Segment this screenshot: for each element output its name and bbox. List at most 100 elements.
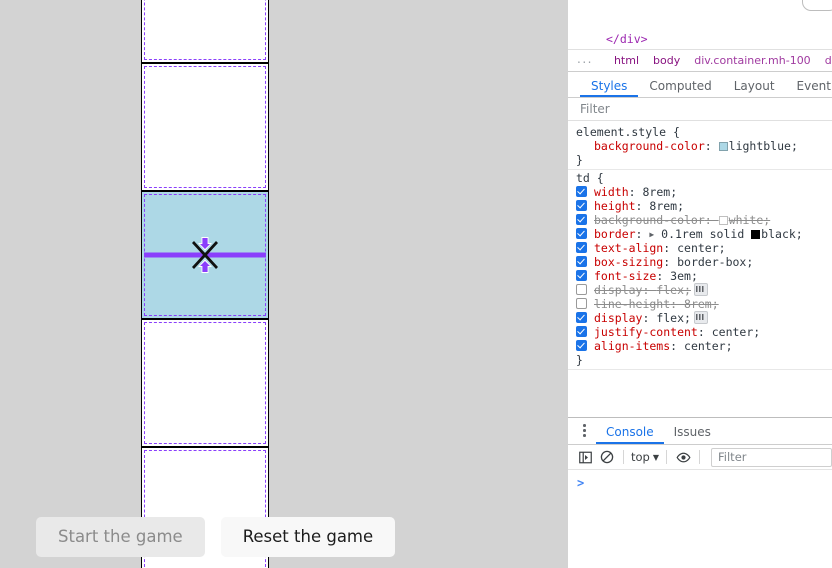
declaration-checkbox[interactable]: [576, 200, 587, 211]
declaration-property[interactable]: width: [594, 185, 629, 199]
styles-rules-pane: element.style { background-color: lightb…: [568, 121, 832, 373]
declaration-checkbox[interactable]: [576, 326, 587, 337]
declaration-value[interactable]: flex: [656, 311, 684, 325]
declaration-value[interactable]: lightblue: [729, 139, 791, 153]
flexbox-badge-icon[interactable]: [693, 311, 708, 324]
breadcrumb-item-html[interactable]: html: [607, 54, 646, 67]
declaration-checkbox[interactable]: [576, 340, 587, 351]
style-rule-close: }: [576, 153, 583, 167]
live-expression-icon[interactable]: [672, 446, 694, 468]
drawer-tabs: Console Issues: [568, 418, 832, 445]
declaration-value[interactable]: 8rem: [649, 199, 677, 213]
tab-layout[interactable]: Layout: [723, 79, 786, 97]
board-cell[interactable]: [141, 63, 269, 191]
color-swatch[interactable]: [751, 230, 761, 239]
declaration-value[interactable]: 8rem: [684, 297, 712, 311]
console-filter-placeholder: Filter: [718, 450, 747, 464]
declaration-checkbox[interactable]: [576, 284, 587, 295]
color-swatch[interactable]: [718, 216, 728, 225]
style-declaration-disabled[interactable]: line-height: 8rem;: [568, 297, 832, 311]
tab-console[interactable]: Console: [596, 425, 664, 444]
tab-event-listeners[interactable]: Event Listeners: [786, 79, 832, 97]
align-items-center-line: [144, 252, 266, 258]
dom-token: </div>: [606, 32, 648, 46]
declaration-property[interactable]: background-color: [594, 213, 705, 227]
console-context-select[interactable]: top ▼: [629, 450, 661, 464]
style-declaration-disabled[interactable]: display: flex;: [568, 283, 832, 297]
style-declaration[interactable]: border: ▶ 0.1rem solid black;: [568, 227, 832, 241]
style-declaration[interactable]: height: 8rem;: [568, 199, 832, 213]
declaration-property[interactable]: justify-content: [594, 325, 698, 339]
declaration-checkbox[interactable]: [576, 186, 587, 197]
declaration-checkbox[interactable]: [576, 228, 587, 239]
console-sidebar-icon[interactable]: [574, 446, 596, 468]
breadcrumb-item-container[interactable]: div.container.mh-100: [687, 54, 817, 67]
styles-filter-input[interactable]: Filter: [568, 98, 832, 121]
dom-tree[interactable]: </div> <script src="https://cdn.jsdelivr…: [568, 0, 832, 49]
style-declaration-disabled[interactable]: background-color: white;: [568, 213, 832, 227]
breadcrumb-overflow-button[interactable]: ...: [568, 52, 601, 70]
board-cell[interactable]: [141, 0, 269, 63]
style-rule-selector[interactable]: element.style {: [568, 125, 832, 139]
style-declaration[interactable]: text-align: center;: [568, 241, 832, 255]
declaration-checkbox[interactable]: [576, 242, 587, 253]
style-declaration[interactable]: display: flex;: [568, 311, 832, 325]
color-swatch[interactable]: [718, 142, 728, 151]
tab-computed[interactable]: Computed: [638, 79, 722, 97]
declaration-checkbox[interactable]: [576, 256, 587, 267]
declaration-value[interactable]: center: [677, 241, 719, 255]
declaration-value[interactable]: center: [712, 325, 754, 339]
declaration-property[interactable]: background-color: [594, 139, 705, 153]
style-rule-selector[interactable]: td {: [568, 171, 832, 185]
flexbox-badge-icon[interactable]: [693, 283, 708, 296]
declaration-property[interactable]: height: [594, 199, 636, 213]
style-declaration[interactable]: width: 8rem;: [568, 185, 832, 199]
style-declaration[interactable]: box-sizing: border-box;: [568, 255, 832, 269]
declaration-property[interactable]: line-height: [594, 297, 670, 311]
declaration-checkbox[interactable]: [576, 270, 587, 281]
reset-game-button[interactable]: Reset the game: [220, 517, 396, 557]
style-rule-selector[interactable]: tbody, td, tfoot, th, thead, tr {: [568, 371, 832, 373]
style-declaration[interactable]: background-color: lightblue;: [568, 139, 832, 153]
declaration-property[interactable]: box-sizing: [594, 255, 663, 269]
page-viewport: Start the game Reset the game: [0, 0, 568, 568]
declaration-checkbox[interactable]: [576, 214, 587, 225]
declaration-value[interactable]: white: [729, 213, 764, 227]
declaration-checkbox[interactable]: [576, 298, 587, 309]
board-cell-selected[interactable]: [141, 191, 269, 319]
declaration-checkbox[interactable]: [576, 312, 587, 323]
console-prompt-caret: >: [577, 476, 585, 490]
declaration-value[interactable]: center: [684, 339, 726, 353]
declaration-property[interactable]: border: [594, 227, 636, 241]
drawer-more-options-icon[interactable]: [576, 419, 592, 441]
declaration-property[interactable]: text-align: [594, 241, 663, 255]
flex-overlay-dash: [144, 66, 266, 188]
style-rule-td: td { width: 8rem; height: 8rem; backgrou…: [568, 170, 832, 370]
declaration-property[interactable]: align-items: [594, 339, 670, 353]
console-output[interactable]: >: [568, 470, 832, 568]
selector-text: element.style: [576, 125, 667, 139]
dom-tree-line[interactable]: </div>: [568, 32, 832, 48]
clear-console-icon[interactable]: [596, 446, 618, 468]
start-game-button[interactable]: Start the game: [36, 517, 205, 557]
style-declaration[interactable]: justify-content: center;: [568, 325, 832, 339]
breadcrumb-item-body[interactable]: body: [646, 54, 687, 67]
devtools-corner-control[interactable]: [802, 0, 832, 11]
declaration-value[interactable]: border-box: [677, 255, 746, 269]
declaration-property[interactable]: display: [594, 283, 642, 297]
style-declaration[interactable]: font-size: 3em;: [568, 269, 832, 283]
breadcrumb-item-row[interactable]: div.ro: [818, 54, 832, 67]
declaration-property[interactable]: display: [594, 311, 642, 325]
tab-styles[interactable]: Styles: [580, 79, 639, 97]
declaration-value[interactable]: 8rem: [642, 185, 670, 199]
declaration-value[interactable]: flex: [656, 283, 684, 297]
console-filter-input[interactable]: Filter: [711, 447, 832, 467]
style-rule-ua: tbody, td, tfoot, th, thead, tr { border…: [568, 370, 832, 373]
declaration-value[interactable]: 3em: [670, 269, 691, 283]
screen-root: Start the game Reset the game </div> <sc…: [0, 0, 832, 568]
style-declaration[interactable]: align-items: center;: [568, 339, 832, 353]
tab-issues[interactable]: Issues: [664, 425, 721, 444]
board-cell[interactable]: [141, 319, 269, 447]
declaration-property[interactable]: font-size: [594, 269, 656, 283]
toolbar-divider: [623, 450, 624, 464]
